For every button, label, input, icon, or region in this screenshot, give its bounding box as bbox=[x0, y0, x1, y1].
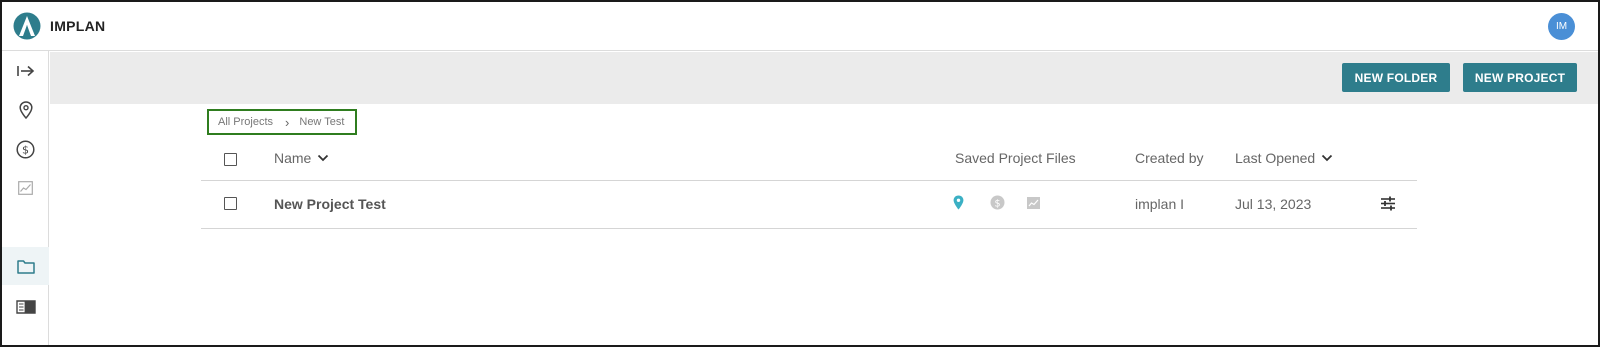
last-opened-column-header[interactable]: Last Opened bbox=[1235, 150, 1333, 166]
expand-arrow-icon bbox=[16, 65, 34, 77]
created-by-column-header: Created by bbox=[1135, 150, 1204, 166]
user-avatar[interactable]: IM bbox=[1548, 13, 1575, 40]
created-by-value: implan I bbox=[1135, 196, 1185, 212]
dollar-circle-icon[interactable]: $ bbox=[990, 195, 1005, 210]
last-opened-header-label: Last Opened bbox=[1235, 150, 1316, 166]
project-name[interactable]: New Project Test bbox=[274, 196, 386, 212]
sidebar-item-results[interactable] bbox=[2, 169, 49, 207]
table-row[interactable]: New Project Test $ implan I Jul 13, 2023 bbox=[201, 181, 1417, 229]
svg-text:$: $ bbox=[22, 143, 29, 156]
book-icon bbox=[15, 299, 36, 314]
chevron-down-icon bbox=[1322, 154, 1333, 162]
tune-sliders-icon bbox=[1381, 196, 1395, 211]
chevron-down-icon bbox=[318, 154, 329, 162]
location-pin-icon bbox=[18, 101, 33, 119]
select-all-checkbox[interactable] bbox=[224, 153, 237, 166]
chart-icon bbox=[18, 181, 33, 195]
sidebar: $ bbox=[2, 51, 49, 345]
svg-text:$: $ bbox=[994, 198, 1000, 209]
row-checkbox[interactable] bbox=[224, 197, 237, 210]
dollar-circle-icon: $ bbox=[16, 139, 35, 159]
sidebar-item-help[interactable] bbox=[2, 287, 49, 325]
table-header: Name Saved Project Files Created by Last… bbox=[201, 136, 1417, 181]
breadcrumb-all-projects[interactable]: All Projects bbox=[218, 116, 273, 128]
new-project-button[interactable]: NEW PROJECT bbox=[1463, 63, 1577, 92]
chart-icon[interactable] bbox=[1027, 196, 1040, 209]
name-column-header[interactable]: Name bbox=[274, 150, 329, 166]
row-options-button[interactable] bbox=[1380, 196, 1396, 216]
sidebar-item-expand[interactable] bbox=[2, 52, 49, 90]
last-opened-value: Jul 13, 2023 bbox=[1235, 196, 1312, 212]
name-header-label: Name bbox=[274, 150, 312, 166]
sidebar-item-economics[interactable]: $ bbox=[2, 130, 49, 168]
breadcrumb: All Projects › New Test bbox=[207, 109, 357, 135]
top-bar: IMPLAN IM bbox=[2, 2, 1598, 51]
app-window: IMPLAN IM $ NEW FOLDER NEW PROJECT All P… bbox=[0, 0, 1600, 347]
sidebar-item-projects[interactable] bbox=[2, 247, 49, 285]
projects-table: Name Saved Project Files Created by Last… bbox=[201, 136, 1417, 229]
location-pin-icon[interactable] bbox=[953, 195, 964, 210]
chevron-right-icon: › bbox=[285, 114, 290, 130]
breadcrumb-current: New Test bbox=[299, 116, 345, 128]
app-title: IMPLAN bbox=[50, 18, 106, 34]
folder-icon bbox=[16, 259, 35, 274]
new-folder-button[interactable]: NEW FOLDER bbox=[1342, 63, 1450, 92]
saved-files-icons: $ bbox=[953, 195, 1064, 210]
action-bar: NEW FOLDER NEW PROJECT bbox=[50, 52, 1598, 104]
saved-files-column-header: Saved Project Files bbox=[955, 150, 1076, 166]
sidebar-item-regions[interactable] bbox=[2, 91, 49, 129]
implan-logo-icon[interactable] bbox=[13, 12, 41, 40]
